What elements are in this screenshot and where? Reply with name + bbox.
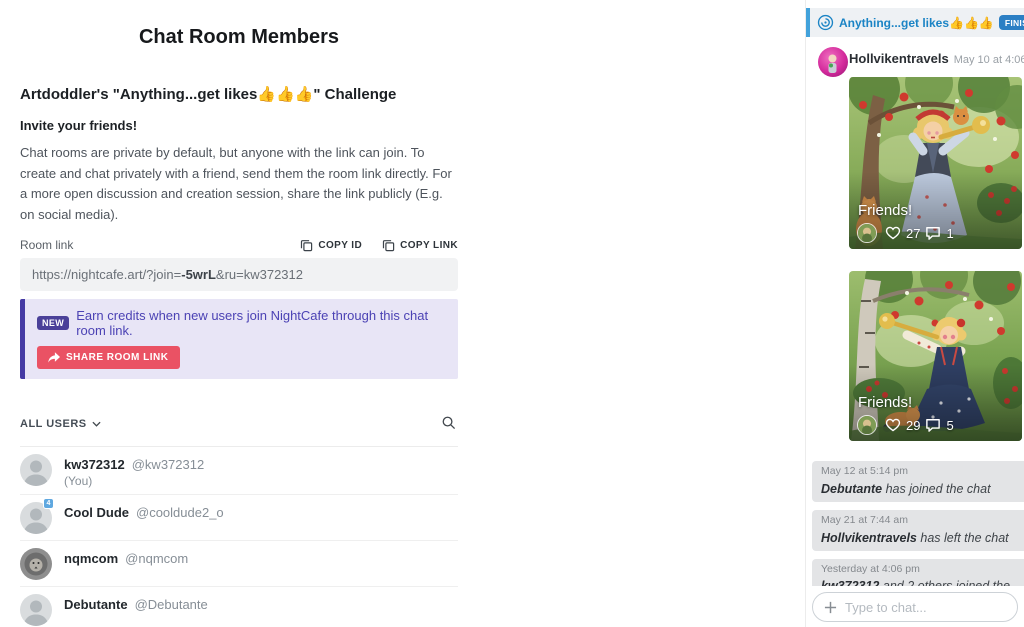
chat-room-header[interactable]: Anything...get likes👍👍👍 FINISHED [806,8,1024,37]
image-caption: Friends! [858,394,913,411]
room-link-url-suffix: &ru=kw372312 [215,267,303,283]
user-list: kw372312 @kw372312 (You) 4 Cool Dude @co… [20,447,458,627]
system-message-timestamp: May 12 at 5:14 pm [821,465,908,477]
invite-friends-heading: Invite your friends! [20,118,138,133]
comments-icon[interactable] [925,418,941,432]
system-message: May 21 at 7:44 am Hollvikentravels has l… [812,509,1024,551]
image-stats: 29 5 [857,415,954,435]
message-timestamp: May 10 at 4:06 pm [953,54,1024,66]
user-filter-row: ALL USERS [20,415,458,448]
image-caption: Friends! [858,202,913,219]
chat-room-title: Anything...get likes👍👍👍 [839,15,994,30]
system-message-timestamp: May 21 at 7:44 am [821,513,908,526]
room-link-row: Room link COPY ID COPY LINK [20,238,458,252]
user-name: nqmcom [64,551,119,567]
avatar [20,454,52,486]
creation-post-1[interactable]: Friends! 27 1 [849,77,1022,249]
avatar [20,594,52,626]
creation-post-2[interactable]: Friends! 29 5 [849,271,1022,441]
challenge-icon [817,14,834,31]
room-description: Chat rooms are private by default, but a… [20,145,452,222]
likes-count: 27 [906,225,921,241]
system-message: Yesterday at 4:06 pm kw372312 and 2 othe… [812,558,1024,586]
likes-icon[interactable] [885,226,901,240]
chevron-down-icon [92,421,101,427]
user-handle: @nqmcom [125,551,189,567]
comments-count: 5 [946,417,954,433]
system-message: May 12 at 5:14 pm Debutante has joined t… [812,461,1024,502]
user-handle: @cooldude2_o [136,505,224,521]
chat-message: Hollvikentravels May 10 at 4:06 pm [806,47,1024,441]
avatar: 4 [20,498,54,534]
creator-avatar[interactable] [857,415,877,435]
chat-room-members-page: Chat Room Members Artdoddler's "Anything… [0,0,805,627]
challenge-heading: Artdoddler's "Anything...get likes👍👍👍" C… [20,86,397,103]
avatar-image [818,47,848,77]
user-handle: @Debutante [134,597,208,613]
chat-panel: Anything...get likes👍👍👍 FINISHED [805,0,1024,627]
room-link-label: Room link [20,238,74,253]
author-avatar[interactable] [818,47,848,77]
status-badge: FINISHED [998,15,1024,30]
user-handle: @kw372312 [131,457,205,473]
likes-count: 29 [906,417,921,433]
comments-count: 1 [946,225,954,241]
copy-icon [300,239,313,252]
share-room-link-button[interactable]: SHARE ROOM LINK [37,346,180,370]
user-row-kw372312[interactable]: kw372312 @kw372312 (You) [20,447,458,496]
search-icon [441,415,456,430]
copy-link-button[interactable]: COPY LINK [382,239,458,252]
creator-avatar[interactable] [857,223,877,243]
you-note: (You) [64,474,93,489]
share-arrow-icon [48,352,60,363]
share-room-link-label: SHARE ROOM LINK [66,352,169,364]
all-users-label: ALL USERS [20,418,87,431]
page-title: Chat Room Members [138,26,340,48]
system-message-timestamp: Yesterday at 4:06 pm [821,562,920,575]
comments-icon[interactable] [925,226,941,240]
room-link-field[interactable]: https://nightcafe.art/?join=-5wrL&ru=kw3… [20,258,458,292]
copy-id-button[interactable]: COPY ID [300,239,362,252]
user-row-cool-dude[interactable]: 4 Cool Dude @cooldude2_o [20,495,458,542]
copy-id-label: COPY ID [318,239,363,251]
user-name: Cool Dude [64,505,129,521]
system-message-text: Hollvikentravels has left the chat [821,530,1009,545]
copy-link-label: COPY LINK [400,239,458,251]
user-name: kw372312 [64,457,125,473]
user-row-debutante[interactable]: Debutante @Debutante [20,587,458,627]
all-users-dropdown[interactable]: ALL USERS [20,418,101,430]
user-row-nqmcom[interactable]: nqmcom @nqmcom [20,541,458,588]
lion-avatar-image [20,548,52,581]
copy-icon [382,239,395,252]
room-link-code: -5wrL [181,267,216,283]
chat-text-input[interactable] [845,599,1006,615]
likes-icon[interactable] [885,418,901,432]
earn-credits-banner: NEW Earn credits when new users join Nig… [20,299,458,380]
image-stats: 27 1 [857,223,954,243]
search-users-button[interactable] [439,415,458,433]
room-link-url-prefix: https://nightcafe.art/?join= [32,267,182,283]
message-author[interactable]: Hollvikentravels [849,51,949,66]
system-message-text: kw372312 and 2 others joined the chat [821,578,1015,586]
earn-credits-text: Earn credits when new users join NightCa… [76,308,429,339]
system-message-text: Debutante has joined the chat [821,481,991,496]
chat-message-list: Hollvikentravels May 10 at 4:06 pm [806,37,1024,586]
level-badge: 4 [43,498,54,510]
user-name: Debutante [64,597,128,613]
chat-input-bar[interactable] [812,592,1018,622]
avatar [20,548,52,581]
new-badge: NEW [37,316,70,331]
plus-icon[interactable] [824,601,837,614]
